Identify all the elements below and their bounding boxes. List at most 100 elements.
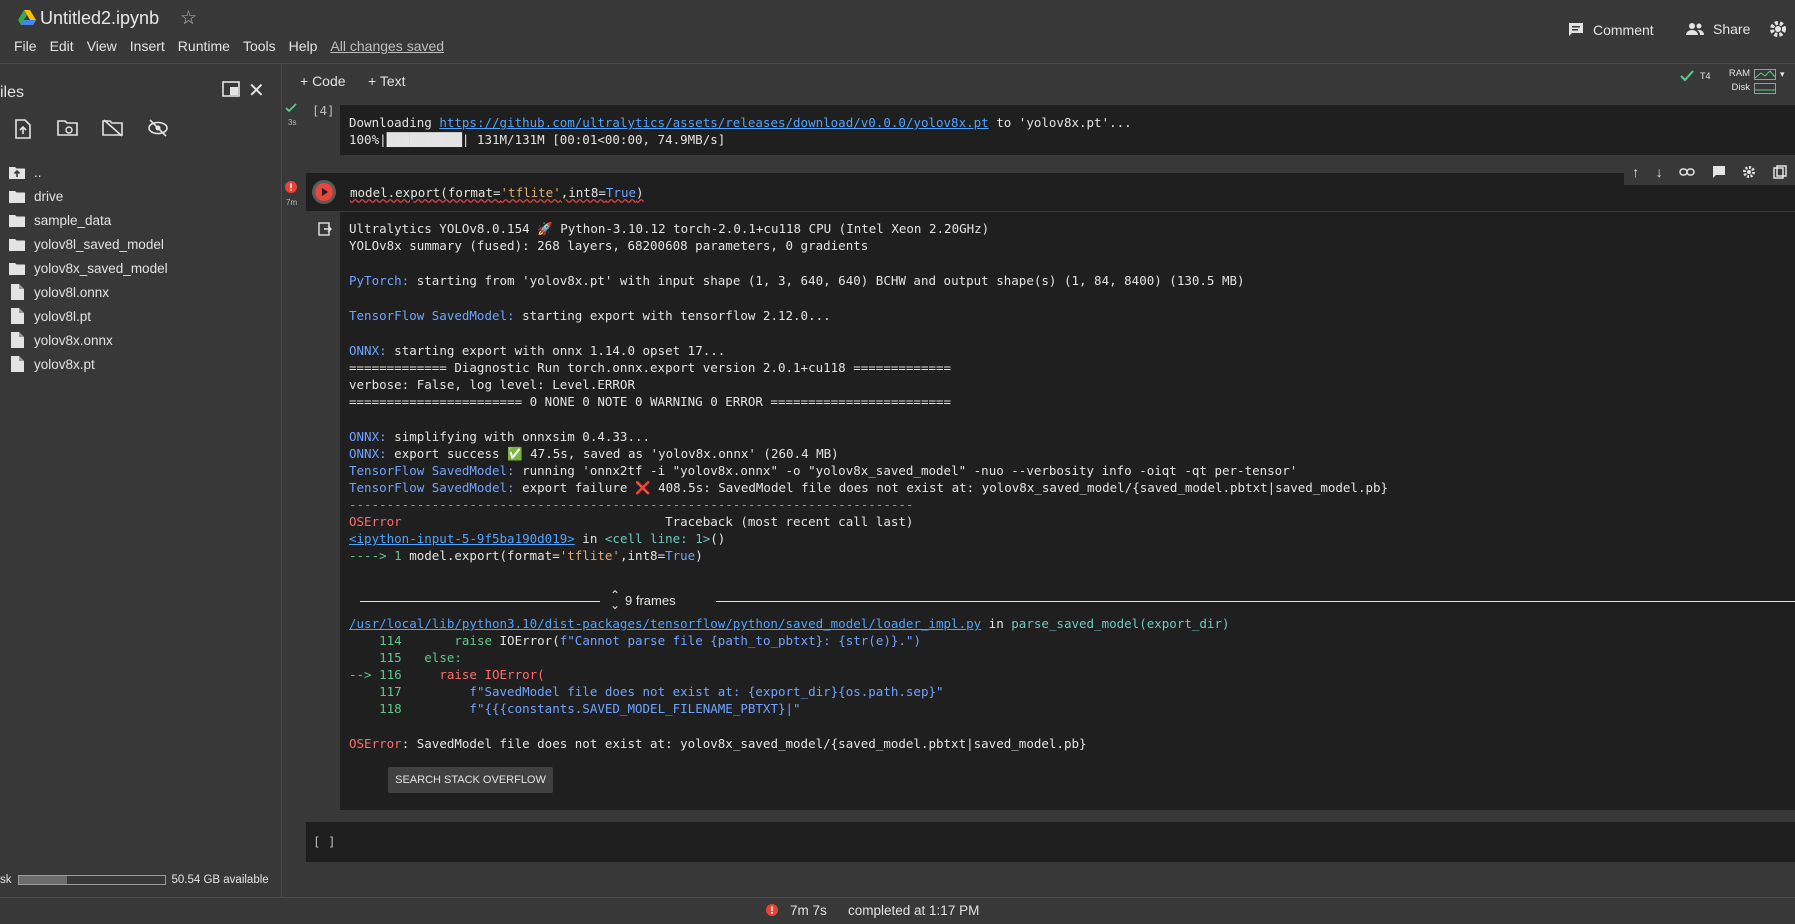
final-error-line: OSError: SavedModel file does not exist … [349, 735, 1087, 752]
disk-usage-bar [17, 875, 166, 885]
output-line: Ultralytics YOLOv8.0.154 🚀 Python-3.10.1… [349, 221, 990, 236]
log-label: TensorFlow SavedModel: [349, 463, 515, 478]
comment-icon[interactable] [1712, 165, 1726, 179]
check-icon [1680, 70, 1694, 82]
menu-help[interactable]: Help [289, 38, 318, 54]
close-icon[interactable]: ✕ [248, 78, 265, 103]
menu-tools[interactable]: Tools [243, 38, 276, 54]
code-token: model.export(format= [409, 548, 560, 563]
run-cell-button[interactable] [312, 180, 336, 204]
resource-dropdown-icon[interactable]: ▾ [1780, 67, 1785, 81]
move-up-icon[interactable]: ↑ [1632, 164, 1639, 180]
traceback-line: 115 else: [349, 649, 462, 666]
file-item-yolov8l-onnx[interactable]: yolov8l.onnx [8, 280, 109, 304]
sidebar-toolbar [0, 119, 180, 145]
disk-usage: sk 50.54 GB available [0, 874, 269, 886]
settings-gear-icon[interactable] [1768, 19, 1788, 39]
file-item-yolov8x-onnx[interactable]: yolov8x.onnx [8, 328, 113, 352]
star-icon[interactable]: ☆ [180, 7, 197, 30]
comment-button[interactable]: Comment [1567, 21, 1654, 39]
notebook-title[interactable]: Untitled2.ipynb [40, 8, 159, 29]
code-token-string: f"SavedModel file does not exist at: {ex… [409, 684, 944, 699]
code-token-keyword: True [665, 548, 696, 563]
share-button[interactable]: Share [1685, 21, 1750, 37]
ipython-input-link[interactable]: <ipython-input-5-9f5ba190d019> [349, 531, 575, 546]
traceback-line: ----> 1 model.export(format='tflite',int… [349, 547, 703, 564]
traceback-arrow: --> 116 [349, 667, 410, 682]
move-down-icon[interactable]: ↓ [1656, 164, 1663, 180]
comment-icon [1569, 23, 1583, 36]
hidden-files-icon[interactable] [135, 119, 180, 145]
source-file-link[interactable]: /usr/local/lib/python3.10/dist-packages/… [349, 616, 981, 631]
current-code-cell[interactable]: model.export(format='tflite',int8=True) … [306, 159, 1795, 211]
file-item-parent[interactable]: .. [8, 160, 42, 184]
file-item-yolov8x-pt[interactable]: yolov8x.pt [8, 352, 95, 376]
settings-gear-icon[interactable] [1742, 165, 1756, 179]
file-item-yolov8l-pt[interactable]: yolov8l.pt [8, 304, 91, 328]
runtime-label: T4 [1700, 71, 1711, 81]
refresh-folder-icon[interactable] [45, 119, 90, 145]
resource-monitor[interactable]: RAM ▾ Disk [1724, 67, 1785, 95]
files-sidebar: iles ✕ .. drive sample_data yolov8l_save… [0, 64, 282, 904]
menu-edit[interactable]: Edit [50, 38, 74, 54]
runtime-status[interactable]: T4 [1680, 70, 1711, 82]
frames-label: 9 frames [625, 593, 676, 608]
file-icon [8, 308, 26, 324]
log-label: ONNX: [349, 429, 387, 444]
line-number: 118 [349, 701, 410, 716]
code-token-string: 'tflite' [500, 185, 561, 200]
menu-runtime[interactable]: Runtime [178, 38, 230, 54]
traceback-function: parse_saved_model(export_dir) [1011, 616, 1230, 631]
code-token: model.export(format= [350, 185, 501, 200]
line-number: 115 [349, 650, 410, 665]
add-code-button[interactable]: + Code [300, 73, 346, 89]
traceback-line: 118 f"{{{constants.SAVED_MODEL_FILENAME_… [349, 700, 800, 717]
file-item-yolov8l-saved-model[interactable]: yolov8l_saved_model [8, 232, 164, 256]
traceback-arrow: ----> 1 [349, 548, 410, 563]
log-text: simplifying with onnxsim 0.4.33... [386, 429, 651, 444]
output-text: to 'yolov8x.pt'... [988, 115, 1132, 130]
log-label: PyTorch: [349, 273, 410, 288]
header: Untitled2.ipynb ☆ File Edit View Insert … [0, 0, 1795, 64]
menu-insert[interactable]: Insert [130, 38, 165, 54]
error-type: OSError [349, 736, 402, 751]
output-line: TensorFlow SavedModel: export failure ❌ … [349, 479, 1388, 496]
code-token: ) [636, 185, 644, 200]
file-name: drive [34, 188, 64, 204]
google-drive-icon[interactable] [18, 10, 36, 26]
menu-view[interactable]: View [87, 38, 117, 54]
traceback-line: /usr/local/lib/python3.10/dist-packages/… [349, 615, 1230, 632]
file-item-drive[interactable]: drive [8, 184, 63, 208]
disk-available: 50.54 GB available [171, 874, 269, 886]
code-editor[interactable]: model.export(format='tflite',int8=True) [350, 184, 644, 201]
file-item-sample-data[interactable]: sample_data [8, 208, 111, 232]
mount-drive-off-icon[interactable] [90, 119, 135, 145]
output-action-icon[interactable] [318, 222, 332, 241]
output-line: ============= Diagnostic Run torch.onnx.… [349, 360, 952, 375]
file-name: yolov8x_saved_model [34, 260, 168, 276]
log-text: starting export with onnx 1.14.0 opset 1… [386, 343, 726, 358]
search-stack-overflow-button[interactable]: SEARCH STACK OVERFLOW [388, 767, 553, 793]
disk-label-toolbar: Disk [1731, 82, 1750, 93]
output-line: TensorFlow SavedModel: running 'onnx2tf … [349, 462, 1297, 479]
mirror-cell-icon[interactable] [1773, 165, 1787, 179]
status-footer: 7m 7s completed at 1:17 PM [0, 897, 1795, 924]
traceback-header: OSError Traceback (most recent call last… [349, 513, 913, 530]
menu-file[interactable]: File [14, 38, 37, 54]
frames-divider[interactable]: ⌃ ⌄ 9 frames [360, 589, 1795, 611]
save-status-link[interactable]: All changes saved [330, 38, 444, 54]
file-name: yolov8x.pt [34, 356, 95, 372]
folder-icon [8, 214, 26, 227]
add-text-button[interactable]: + Text [368, 73, 406, 89]
link-icon[interactable] [1679, 167, 1695, 177]
disk-label: sk [0, 874, 12, 886]
open-in-new-window-icon[interactable] [222, 81, 240, 97]
folder-icon [8, 262, 26, 275]
file-name: yolov8l.onnx [34, 284, 110, 300]
empty-code-cell[interactable]: [ ] [306, 822, 1795, 862]
upload-file-icon[interactable] [0, 119, 45, 145]
log-text: starting export with tensorflow 2.12.0..… [514, 308, 831, 323]
output-line: ONNX: simplifying with onnxsim 0.4.33... [349, 428, 650, 445]
file-item-yolov8x-saved-model[interactable]: yolov8x_saved_model [8, 256, 168, 280]
download-link[interactable]: https://github.com/ultralytics/assets/re… [439, 115, 988, 130]
